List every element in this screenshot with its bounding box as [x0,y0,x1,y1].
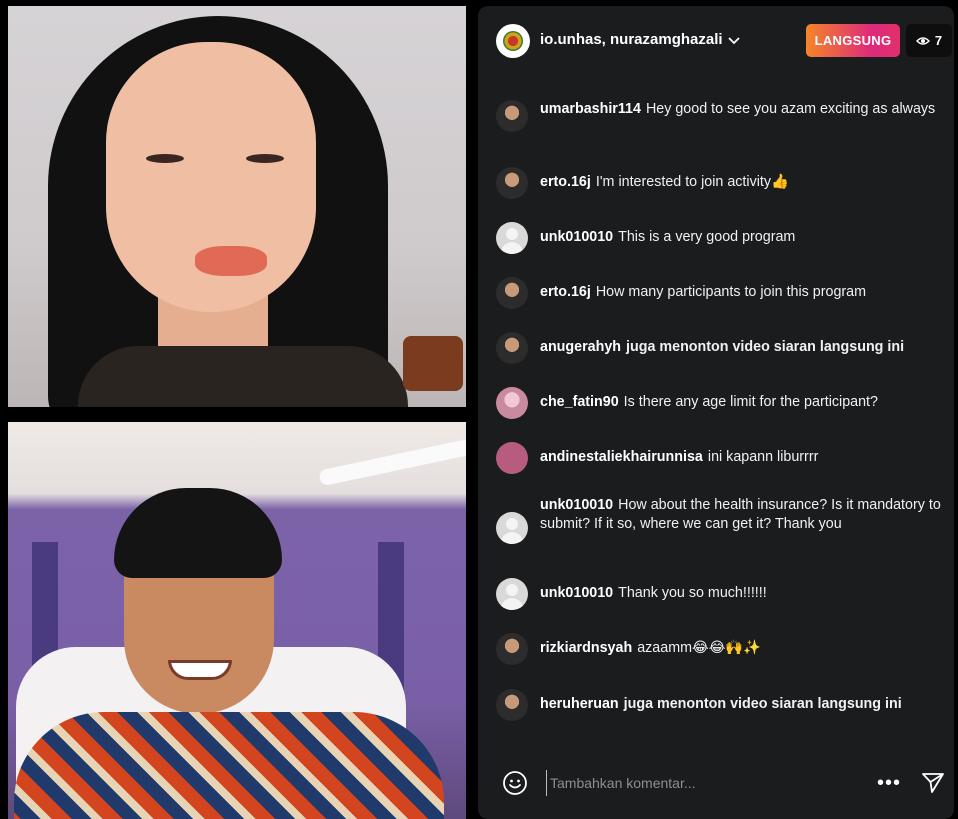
live-header: io.unhas, nurazamghazali LANGSUNG 7 [478,6,954,78]
comment-item: unk010010 Thank you so much!!!!!! [496,578,946,610]
comment-body: unk010010 This is a very good program [540,222,795,247]
comment-text: ini kapann liburrrr [707,449,819,465]
comment-input[interactable] [546,770,846,796]
user-avatar[interactable] [496,689,528,721]
chevron-down-icon [727,36,740,44]
comment-text: I'm interested to join activity👍 [595,174,789,190]
live-badge: LANGSUNG [806,24,900,57]
comment-text: This is a very good program [618,229,796,245]
user-avatar[interactable] [496,442,528,474]
comment-body: rizkiardnsyah azaamm😂😂🙌✨ [540,633,761,658]
comment-body: anugerahyh juga menonton video siaran lan… [540,332,904,357]
eye-icon [915,36,930,45]
paper-plane-icon[interactable] [920,770,946,796]
comment-body: umarbashir114 Hey good to see you azam ex… [540,100,935,119]
smiley-icon[interactable] [502,770,528,796]
comment-username[interactable]: heruheruan [540,696,619,712]
ceiling-fan [318,437,466,487]
comment-item: erto.16j I'm interested to join activity👍 [496,167,946,199]
comment-composer: ••• [492,758,952,808]
user-avatar[interactable] [496,277,528,309]
eye-left [146,154,184,163]
comment-text: juga menonton video siaran langsung ini [626,339,905,355]
comment-item: andinestaliekhairunnisa ini kapann liburr… [496,442,946,474]
comment-body: andinestaliekhairunnisa ini kapann liburr… [540,442,818,467]
user-avatar[interactable] [496,222,528,254]
comment-username[interactable]: unk010010 [540,585,613,601]
user-avatar[interactable] [496,512,528,544]
person-lips [195,246,267,276]
person-hair [114,488,282,578]
comment-text: How many participants to join this progr… [595,284,867,300]
comment-body: erto.16j I'm interested to join activity👍 [540,167,789,192]
more-options-button[interactable]: ••• [876,770,902,796]
person-shirt [78,346,408,407]
user-avatar[interactable] [496,633,528,665]
comment-username[interactable]: unk010010 [540,497,613,513]
unhas-emblem-icon [503,31,523,51]
host-names-dropdown[interactable]: io.unhas, nurazamghazali [540,31,741,48]
comment-text: Hey good to see you azam exciting as alw… [645,101,936,117]
person-batik-shirt [14,712,444,819]
comment-username[interactable]: erto.16j [540,284,591,300]
host-avatar[interactable] [496,24,530,58]
comment-text: Is there any age limit for the participa… [623,394,878,410]
person-smile [168,660,232,680]
comment-item: rizkiardnsyah azaamm😂😂🙌✨ [496,633,946,665]
comment-item: heruheruan juga menonton video siaran lan… [496,689,946,721]
comment-body: erto.16j How many participants to join th… [540,277,866,302]
user-avatar[interactable] [496,578,528,610]
comment-username[interactable]: andinestaliekhairunnisa [540,449,703,465]
comment-username[interactable]: che_fatin90 [540,394,619,410]
live-badge-label: LANGSUNG [814,33,892,48]
viewer-count: 7 [934,33,943,48]
comment-item: unk010010 How about the health insurance?… [496,496,946,544]
comment-text: Thank you so much!!!!!! [618,585,767,601]
comment-item: anugerahyh juga menonton video siaran lan… [496,332,946,364]
user-avatar[interactable] [496,100,528,132]
comment-body: heruheruan juga menonton video siaran lan… [540,689,902,714]
user-avatar[interactable] [496,167,528,199]
comment-text: azaamm😂😂🙌✨ [637,640,762,656]
live-chat-panel: io.unhas, nurazamghazali LANGSUNG 7 umar… [478,6,954,819]
comment-text: juga menonton video siaran langsung ini [623,696,902,712]
comment-body: che_fatin90 Is there any age limit for th… [540,387,878,412]
user-avatar[interactable] [496,387,528,419]
comment-username[interactable]: umarbashir114 [540,101,641,117]
video-feed-host [8,422,466,819]
comment-item: unk010010 This is a very good program [496,222,946,254]
comment-item: che_fatin90 Is there any age limit for th… [496,387,946,419]
comment-item: umarbashir114 Hey good to see you azam ex… [496,100,946,132]
more-options-label: ••• [876,771,901,794]
shirt-emblem [403,336,463,391]
comment-username[interactable]: erto.16j [540,174,591,190]
user-avatar[interactable] [496,332,528,364]
comment-username[interactable]: unk010010 [540,229,613,245]
comment-username[interactable]: rizkiardnsyah [540,640,632,656]
video-feed-guest [8,6,466,407]
eye-right [246,154,284,163]
viewer-count-badge[interactable]: 7 [906,24,952,57]
host-names: io.unhas, nurazamghazali [540,31,723,48]
comment-body: unk010010 How about the health insurance?… [540,496,946,534]
comment-item: erto.16j How many participants to join th… [496,277,946,309]
comment-body: unk010010 Thank you so much!!!!!! [540,578,767,603]
comment-username[interactable]: anugerahyh [540,339,621,355]
